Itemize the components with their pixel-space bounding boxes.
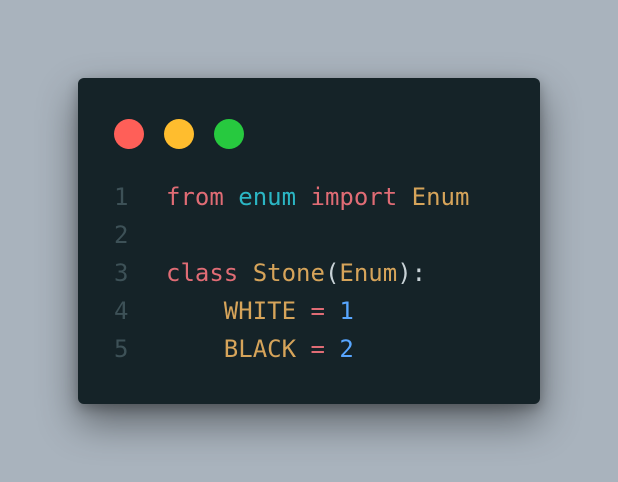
code-token: import [310, 183, 398, 211]
code-token: BLACK [223, 335, 297, 363]
code-line: 1 from enum import Enum [78, 178, 540, 216]
code-token: WHITE [223, 297, 297, 325]
code-token: 1 [339, 297, 354, 325]
line-number: 1 [114, 183, 129, 211]
code-token: 2 [339, 335, 354, 363]
line-source: class Stone(Enum): [166, 254, 426, 292]
code-token: Enum [339, 259, 398, 287]
line-source: WHITE = 1 [166, 292, 354, 330]
code-token: = [310, 335, 325, 363]
maximize-dot-icon[interactable] [214, 119, 244, 149]
code-line: 2 [78, 216, 540, 254]
line-number: 3 [114, 259, 129, 287]
code-token: class [166, 259, 239, 287]
code-token: ): [397, 259, 427, 287]
line-number: 2 [114, 221, 129, 249]
code-block: 1 from enum import Enum 2 3 class Stone(Enum… [78, 178, 540, 368]
code-token: ( [324, 259, 340, 287]
code-token: Stone [252, 259, 325, 287]
window-controls [114, 119, 244, 149]
close-dot-icon[interactable] [114, 119, 144, 149]
code-token: Enum [411, 183, 470, 211]
code-token: enum [238, 183, 297, 211]
code-token: from [166, 183, 224, 211]
line-number: 4 [114, 297, 129, 325]
code-window: 1 from enum import Enum 2 3 class Stone(Enum… [78, 78, 540, 404]
minimize-dot-icon[interactable] [164, 119, 194, 149]
code-token: = [310, 297, 325, 325]
line-source: from enum import Enum [166, 178, 469, 216]
code-line: 4 WHITE = 1 [78, 292, 540, 330]
line-source: BLACK = 2 [166, 330, 354, 368]
code-line: 5 BLACK = 2 [78, 330, 540, 368]
line-number: 5 [114, 335, 129, 363]
code-line: 3 class Stone(Enum): [78, 254, 540, 292]
